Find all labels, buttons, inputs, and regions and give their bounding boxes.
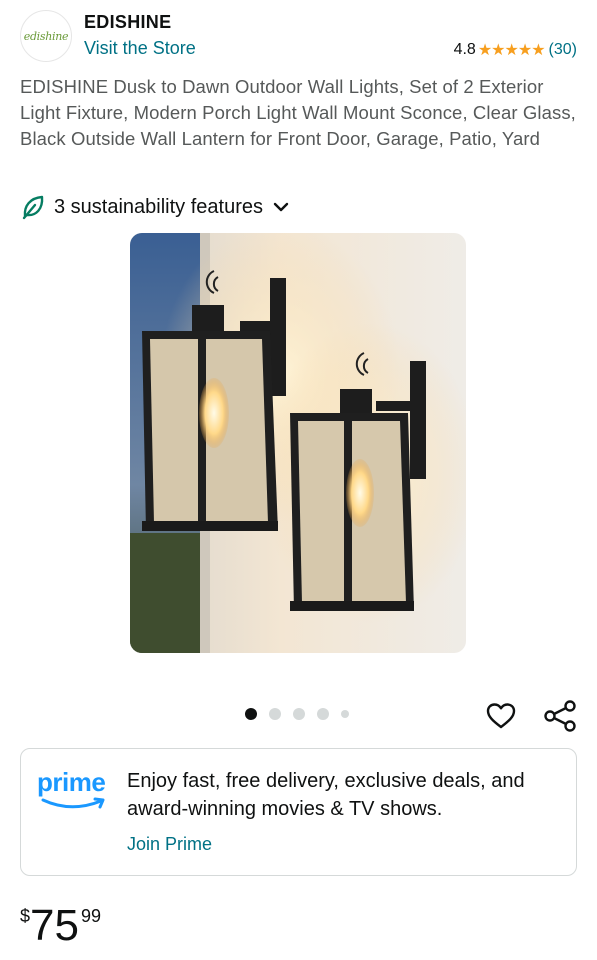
sustainability-label: 3 sustainability features	[54, 195, 264, 218]
sustainability-features-toggle[interactable]: 3 sustainability features	[20, 194, 291, 220]
prime-message: Enjoy fast, free delivery, exclusive dea…	[127, 770, 525, 820]
join-prime-link[interactable]: Join Prime	[127, 834, 212, 855]
store-logo-text: edishine	[23, 29, 69, 43]
leaf-icon	[22, 195, 44, 220]
carousel-dot[interactable]	[269, 708, 281, 720]
visit-store-link[interactable]: Visit the Store	[84, 38, 196, 59]
prime-logo: prime	[37, 767, 117, 811]
share-icon[interactable]	[543, 699, 577, 733]
store-header: edishine EDISHINE Visit the Store 4.8 ★★…	[20, 10, 577, 62]
product-image-graphic	[130, 233, 466, 653]
product-price: $ 75 99	[20, 900, 101, 952]
product-image[interactable]	[130, 233, 466, 653]
chevron-down-icon	[273, 202, 289, 212]
store-logo[interactable]: edishine	[20, 10, 72, 62]
rating-value: 4.8	[453, 41, 476, 58]
prime-promo-card: prime Enjoy fast, free delivery, exclusi…	[20, 748, 577, 876]
price-currency-symbol: $	[20, 906, 31, 926]
heart-icon[interactable]	[485, 700, 517, 732]
image-carousel-dots[interactable]	[245, 708, 361, 720]
carousel-dot[interactable]	[341, 710, 349, 718]
prime-smile-icon	[41, 797, 105, 809]
rating-stars: ★★★★★	[477, 42, 546, 59]
prime-logo-word: prime	[37, 767, 106, 797]
carousel-dot[interactable]	[317, 708, 329, 720]
carousel-dot-active[interactable]	[245, 708, 257, 720]
product-title: EDISHINE Dusk to Dawn Outdoor Wall Light…	[20, 76, 576, 149]
rating-summary[interactable]: 4.8 ★★★★★ (30)	[454, 40, 577, 60]
brand-name: EDISHINE	[84, 12, 172, 32]
carousel-dot[interactable]	[293, 708, 305, 720]
rating-count[interactable]: (30)	[549, 41, 577, 59]
price-whole: 75	[30, 901, 79, 950]
price-fraction: 99	[80, 906, 101, 926]
